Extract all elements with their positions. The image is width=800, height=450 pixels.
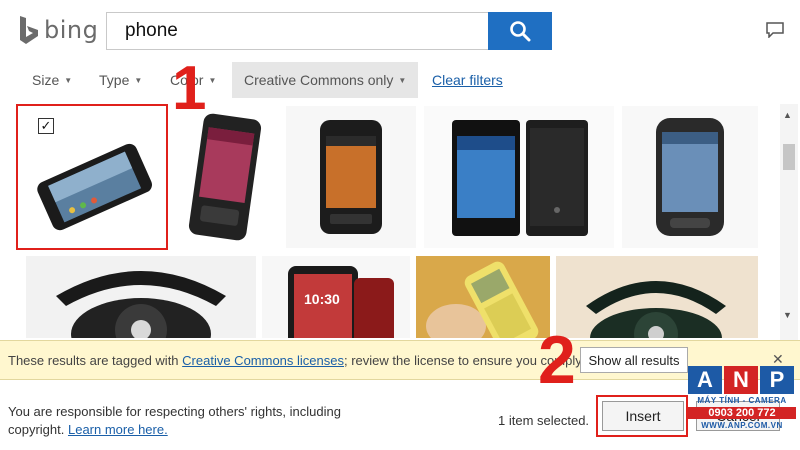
scrollbar-thumb[interactable] <box>783 144 795 170</box>
annotation-step-2: 2 <box>538 322 576 398</box>
result-thumbnail[interactable] <box>26 256 256 338</box>
rotary-phone-image <box>556 256 758 338</box>
type-filter-label: Type <box>99 72 130 88</box>
search-icon <box>510 21 531 42</box>
result-thumbnail[interactable] <box>424 106 614 248</box>
smartphone-image: 10:30 <box>288 266 394 338</box>
smartphone-image <box>320 120 382 234</box>
smartphone-image <box>452 120 588 236</box>
results-scrollbar[interactable] <box>780 104 798 340</box>
chevron-down-icon: ▼ <box>64 75 73 85</box>
result-thumbnail[interactable]: 10:30 <box>262 256 410 338</box>
search-button[interactable] <box>488 12 552 50</box>
scroll-up-icon[interactable]: ▲ <box>783 110 792 120</box>
watermark-letter: P <box>760 366 794 394</box>
rotary-phone-image <box>56 271 226 338</box>
annotation-step-1: 1 <box>172 54 207 123</box>
size-filter[interactable]: Size ▼ <box>32 62 72 98</box>
rights-notice: You are responsible for respecting other… <box>8 403 368 439</box>
smartphone-image <box>656 118 724 236</box>
result-thumbnail[interactable] <box>172 106 278 248</box>
type-filter[interactable]: Type ▼ <box>99 62 142 98</box>
creative-commons-link[interactable]: Creative Commons licenses <box>182 353 344 368</box>
chevron-down-icon: ▼ <box>134 75 143 85</box>
result-thumbnail[interactable] <box>416 256 550 338</box>
svg-text:10:30: 10:30 <box>304 291 340 307</box>
feedback-icon[interactable] <box>766 22 784 43</box>
license-filter-label: Creative Commons only <box>244 72 394 88</box>
bing-logo[interactable]: bing <box>18 12 98 48</box>
annotation-highlight-selected-image <box>16 104 168 250</box>
size-filter-label: Size <box>32 72 60 88</box>
show-all-results-button[interactable]: Show all results <box>580 347 688 373</box>
bing-logo-icon <box>20 16 38 44</box>
search-input[interactable]: phone <box>106 12 488 50</box>
watermark-phone: 0903 200 772 <box>688 407 796 419</box>
annotation-highlight-insert <box>596 395 688 437</box>
feature-phone-image <box>416 256 550 338</box>
result-thumbnail[interactable] <box>622 106 758 248</box>
bing-logo-text: bing <box>44 16 99 44</box>
license-filter[interactable]: Creative Commons only ▼ <box>232 62 419 98</box>
license-notice-bar: These results are tagged with Creative C… <box>0 340 800 380</box>
result-thumbnail[interactable] <box>556 256 758 338</box>
chevron-down-icon: ▼ <box>208 75 217 85</box>
notice-prefix: These results are tagged with <box>8 353 183 368</box>
watermark-site: WWW.ANP.COM.VN <box>701 421 783 430</box>
rights-notice-text: You are responsible for respecting other… <box>8 404 341 437</box>
result-thumbnail[interactable] <box>286 106 416 248</box>
anp-watermark-logo: A N P MÁY TÍNH - CAMERA 0903 200 772 WWW… <box>688 366 796 440</box>
chevron-down-icon: ▼ <box>398 75 407 85</box>
learn-more-link[interactable]: Learn more here. <box>68 422 168 437</box>
watermark-letter: A <box>688 366 722 394</box>
smartphone-image <box>188 113 262 241</box>
clear-filters-link[interactable]: Clear filters <box>432 72 503 88</box>
license-notice-text: These results are tagged with Creative C… <box>8 353 582 368</box>
selected-count: 1 item selected. <box>498 413 590 428</box>
watermark-tagline: MÁY TÍNH - CAMERA <box>697 396 787 405</box>
scroll-down-icon[interactable]: ▼ <box>783 310 792 320</box>
watermark-letter: N <box>724 366 758 394</box>
filter-bar: Size ▼ Type ▼ Color ▼ Creative Commons only… <box>0 62 780 100</box>
